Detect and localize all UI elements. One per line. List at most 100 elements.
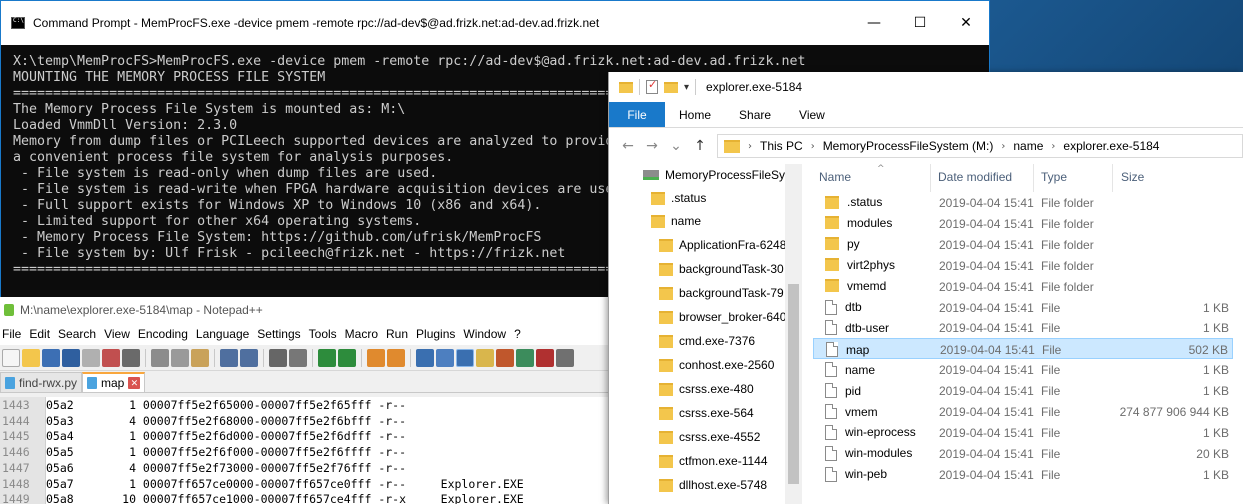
file-row[interactable]: vmemd 2019-04-04 15:41 File folder: [813, 276, 1233, 297]
breadcrumb-name[interactable]: name: [1013, 139, 1043, 153]
up-arrow-icon[interactable]: ↑: [693, 138, 707, 154]
nav-item-process[interactable]: ctfmon.exe-1144: [659, 450, 768, 472]
nav-item-process[interactable]: cmd.exe-7376: [659, 330, 755, 352]
zoom-in-icon[interactable]: [318, 348, 336, 367]
nav-item-drive[interactable]: MemoryProcessFileSys: [643, 164, 785, 186]
indent-guide-icon[interactable]: [456, 348, 474, 367]
nav-item-process[interactable]: csrss.exe-4552: [659, 426, 760, 448]
record-macro-icon[interactable]: [536, 348, 554, 367]
print-icon[interactable]: [122, 348, 140, 367]
column-divider[interactable]: [1033, 164, 1034, 192]
file-explorer-window[interactable]: ▾ explorer.exe-5184 File Home Share View…: [608, 72, 1243, 504]
new-folder-icon[interactable]: [664, 81, 678, 93]
nav-item-status[interactable]: .status: [651, 187, 706, 209]
breadcrumb-separator-icon[interactable]: ›: [811, 141, 815, 152]
tab-map[interactable]: map ✕: [82, 372, 146, 392]
recent-locations-icon[interactable]: ⌄: [669, 138, 683, 154]
column-header-type[interactable]: Type: [1041, 170, 1067, 184]
close-file-icon[interactable]: [82, 348, 100, 367]
column-divider[interactable]: [1112, 164, 1113, 192]
document-map-icon[interactable]: [476, 348, 494, 367]
properties-icon[interactable]: [646, 78, 658, 94]
column-header-name[interactable]: Name ^: [819, 164, 885, 184]
menu-item-edit[interactable]: Edit: [29, 327, 58, 341]
menu-item-view[interactable]: View: [104, 327, 138, 341]
menu-item-run[interactable]: Run: [386, 327, 416, 341]
menu-item-plugins[interactable]: Plugins: [416, 327, 463, 341]
npp-editor[interactable]: 1443 05a2 1 00007ff5e2f65000-00007ff5e2f6…: [0, 397, 610, 504]
close-button[interactable]: ✕: [943, 1, 989, 45]
nav-item-process[interactable]: backgroundTask-30: [659, 258, 784, 280]
breadcrumb-separator-icon[interactable]: ›: [1051, 141, 1055, 152]
menu-item-language[interactable]: Language: [196, 327, 257, 341]
customize-quick-access-icon[interactable]: ▾: [684, 82, 689, 93]
stop-macro-icon[interactable]: [556, 348, 574, 367]
copy-icon[interactable]: [171, 348, 189, 367]
nav-item-process[interactable]: backgroundTask-79: [659, 282, 784, 304]
file-list[interactable]: Name ^ Date modified Type Size .status 20…: [809, 164, 1243, 504]
file-row[interactable]: win-eprocess 2019-04-04 15:41 File 1 KB: [813, 422, 1233, 443]
maximize-button[interactable]: ☐: [897, 1, 943, 45]
column-header-size[interactable]: Size: [1121, 170, 1144, 184]
column-header-date[interactable]: Date modified: [938, 170, 1012, 184]
column-divider[interactable]: [930, 164, 931, 192]
file-row[interactable]: modules 2019-04-04 15:41 File folder: [813, 213, 1233, 234]
undo-icon[interactable]: [220, 348, 238, 367]
file-row[interactable]: win-modules 2019-04-04 15:41 File 20 KB: [813, 443, 1233, 464]
zoom-out-icon[interactable]: [338, 348, 356, 367]
paste-icon[interactable]: [191, 348, 209, 367]
forward-arrow-icon[interactable]: →: [645, 138, 659, 154]
back-arrow-icon[interactable]: ←: [621, 138, 635, 154]
ribbon-file-tab[interactable]: File: [609, 102, 665, 127]
file-row[interactable]: vmem 2019-04-04 15:41 File 274 877 906 944 …: [813, 401, 1233, 422]
nav-item-process[interactable]: ApplicationFra-6248: [659, 234, 785, 256]
menu-item-encoding[interactable]: Encoding: [138, 327, 196, 341]
breadcrumb-this-pc[interactable]: This PC: [760, 139, 803, 153]
breadcrumb-separator-icon[interactable]: ›: [1001, 141, 1005, 152]
minimize-button[interactable]: —: [851, 1, 897, 45]
tab-find-rwx[interactable]: find-rwx.py: [0, 372, 83, 392]
ribbon-view-tab[interactable]: View: [785, 102, 839, 127]
file-row[interactable]: pid 2019-04-04 15:41 File 1 KB: [813, 380, 1233, 401]
save-all-icon[interactable]: [62, 348, 80, 367]
menu-item-tools[interactable]: Tools: [309, 327, 345, 341]
nav-item-process[interactable]: csrss.exe-480: [659, 378, 754, 400]
word-wrap-icon[interactable]: [416, 348, 434, 367]
menu-item-settings[interactable]: Settings: [257, 327, 308, 341]
navigation-pane[interactable]: MemoryProcessFileSys .status name Applic…: [609, 164, 785, 504]
cut-icon[interactable]: [151, 348, 169, 367]
notepad-plus-plus-window[interactable]: M:\name\explorer.exe-5184\map - Notepad+…: [0, 297, 610, 504]
npp-titlebar[interactable]: M:\name\explorer.exe-5184\map - Notepad+…: [0, 297, 610, 323]
file-row[interactable]: map 2019-04-04 15:41 File 502 KB: [813, 338, 1233, 360]
replace-icon[interactable]: [289, 348, 307, 367]
function-list-icon[interactable]: [496, 348, 514, 367]
redo-icon[interactable]: [240, 348, 258, 367]
ribbon-share-tab[interactable]: Share: [725, 102, 785, 127]
file-row[interactable]: dtb 2019-04-04 15:41 File 1 KB: [813, 297, 1233, 318]
show-all-characters-icon[interactable]: [436, 348, 454, 367]
ribbon-home-tab[interactable]: Home: [665, 102, 725, 127]
sync-horizontal-icon[interactable]: [387, 348, 405, 367]
menu-item-macro[interactable]: Macro: [345, 327, 386, 341]
explorer-titlebar[interactable]: ▾ explorer.exe-5184: [609, 72, 1243, 102]
menu-item-help[interactable]: ?: [514, 327, 529, 341]
sync-vertical-icon[interactable]: [367, 348, 385, 367]
nav-item-process[interactable]: csrss.exe-564: [659, 402, 754, 424]
file-row[interactable]: win-peb 2019-04-04 15:41 File 1 KB: [813, 464, 1233, 485]
scrollbar-thumb[interactable]: [788, 284, 799, 484]
close-all-icon[interactable]: [102, 348, 120, 367]
navigation-scrollbar[interactable]: [785, 164, 802, 504]
file-row[interactable]: dtb-user 2019-04-04 15:41 File 1 KB: [813, 317, 1233, 338]
cmd-titlebar[interactable]: Command Prompt - MemProcFS.exe -device p…: [1, 1, 989, 45]
nav-item-name[interactable]: name: [651, 210, 701, 232]
file-row[interactable]: py 2019-04-04 15:41 File folder: [813, 234, 1233, 255]
menu-item-search[interactable]: Search: [58, 327, 104, 341]
menu-item-file[interactable]: File: [2, 327, 29, 341]
file-row[interactable]: name 2019-04-04 15:41 File 1 KB: [813, 359, 1233, 380]
nav-item-process[interactable]: dllhost.exe-5748: [659, 474, 767, 496]
find-icon[interactable]: [269, 348, 287, 367]
breadcrumb-current-folder[interactable]: explorer.exe-5184: [1063, 139, 1159, 153]
new-file-icon[interactable]: [2, 348, 20, 367]
menu-item-window[interactable]: Window: [463, 327, 514, 341]
open-folder-icon[interactable]: [22, 348, 40, 367]
